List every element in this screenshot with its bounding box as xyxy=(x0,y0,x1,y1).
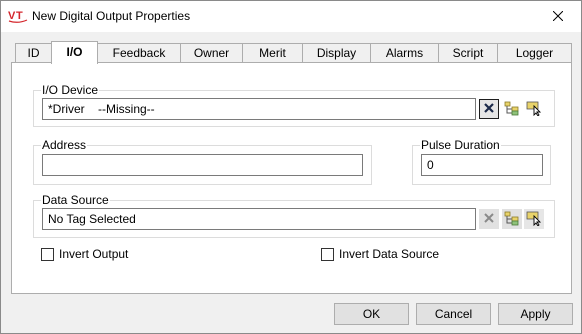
tab-owner[interactable]: Owner xyxy=(180,43,243,63)
select-pointer-icon xyxy=(526,100,542,119)
svg-text:V: V xyxy=(8,10,16,22)
svg-text:T: T xyxy=(16,10,23,22)
clear-x-icon xyxy=(483,102,495,117)
checkbox-box[interactable] xyxy=(41,247,54,261)
close-icon xyxy=(552,10,564,24)
tab-id[interactable]: ID xyxy=(15,43,52,63)
io-device-label: I/O Device xyxy=(41,83,100,97)
window-title: New Digital Output Properties xyxy=(32,9,191,23)
dialog-window: V T New Digital Output Properties ID I/O… xyxy=(0,0,582,334)
ok-button[interactable]: OK xyxy=(334,303,409,325)
tab-merit[interactable]: Merit xyxy=(242,43,303,63)
select-pointer-icon xyxy=(526,210,542,229)
address-label: Address xyxy=(41,138,88,152)
tab-script[interactable]: Script xyxy=(438,43,498,63)
close-button[interactable] xyxy=(535,1,581,32)
tab-alarms[interactable]: Alarms xyxy=(370,43,439,63)
vt-logo-icon: V T xyxy=(8,8,28,24)
invert-data-source-checkbox[interactable]: Invert Data Source xyxy=(321,247,439,261)
invert-data-source-label: Invert Data Source xyxy=(339,247,440,261)
io-device-clear-button[interactable] xyxy=(479,99,499,119)
io-device-browse-button[interactable] xyxy=(502,99,522,119)
data-source-select-button[interactable] xyxy=(524,209,544,229)
invert-output-checkbox[interactable]: Invert Output xyxy=(41,247,128,261)
tree-browse-icon xyxy=(504,210,520,229)
clear-x-icon xyxy=(483,212,495,227)
pulse-duration-field[interactable]: 0 xyxy=(421,154,543,176)
invert-output-label: Invert Output xyxy=(59,247,129,261)
checkbox-box[interactable] xyxy=(321,247,334,261)
tab-display[interactable]: Display xyxy=(302,43,371,63)
data-source-field[interactable]: No Tag Selected xyxy=(42,208,476,230)
apply-button[interactable]: Apply xyxy=(498,303,573,325)
io-device-field[interactable]: *Driver --Missing-- xyxy=(42,98,476,120)
tree-browse-icon xyxy=(504,100,520,119)
data-source-label: Data Source xyxy=(41,193,110,207)
data-source-browse-button[interactable] xyxy=(502,209,522,229)
pulse-duration-label: Pulse Duration xyxy=(420,138,501,152)
title-bar: V T New Digital Output Properties xyxy=(1,1,581,32)
data-source-clear-button[interactable] xyxy=(479,209,499,229)
tab-feedback[interactable]: Feedback xyxy=(97,43,181,63)
io-device-select-button[interactable] xyxy=(524,99,544,119)
tab-logger[interactable]: Logger xyxy=(497,43,572,63)
address-field[interactable] xyxy=(42,154,363,176)
io-tab-panel: I/O Device *Driver --Missing-- Address P… xyxy=(11,62,572,294)
cancel-button[interactable]: Cancel xyxy=(416,303,491,325)
tab-io[interactable]: I/O xyxy=(51,41,98,64)
